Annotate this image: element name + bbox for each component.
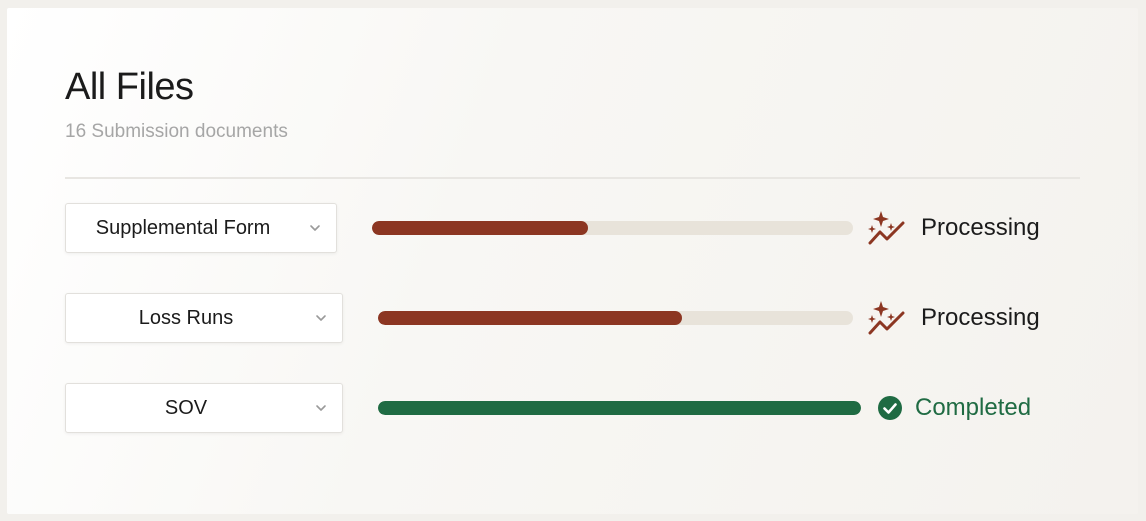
check-circle-icon xyxy=(877,388,903,428)
sparkle-trend-icon xyxy=(865,298,909,338)
document-type-select[interactable]: Supplemental Form xyxy=(65,203,337,253)
document-type-select[interactable]: SOV xyxy=(65,383,343,433)
status-label: Processing xyxy=(921,304,1040,331)
progress-fill xyxy=(378,311,682,325)
document-type-label: Supplemental Form xyxy=(95,216,271,239)
status: Processing xyxy=(865,203,1040,253)
divider xyxy=(65,177,1080,179)
chevron-down-icon xyxy=(306,404,336,412)
status: Processing xyxy=(865,293,1040,343)
sparkle-trend-icon xyxy=(865,208,909,248)
all-files-card: All Files 16 Submission documents Supple… xyxy=(7,8,1138,514)
file-row: SOV Completed xyxy=(65,383,1065,433)
document-count: 16 Submission documents xyxy=(65,121,288,142)
progress-bar xyxy=(372,221,853,235)
status: Completed xyxy=(877,383,1031,433)
progress-bar xyxy=(378,401,861,415)
progress-fill xyxy=(378,401,861,415)
chevron-down-icon xyxy=(300,224,330,232)
file-row: Loss Runs Processing xyxy=(65,293,1065,343)
progress-fill xyxy=(372,221,589,235)
document-type-label: Loss Runs xyxy=(138,306,234,329)
status-label: Completed xyxy=(915,394,1032,421)
progress-bar xyxy=(378,311,853,325)
chevron-down-icon xyxy=(306,314,336,322)
document-type-label: SOV xyxy=(164,396,208,419)
file-row: Supplemental Form Processing xyxy=(65,203,1065,253)
status-label: Processing xyxy=(921,214,1040,241)
document-type-select[interactable]: Loss Runs xyxy=(65,293,343,343)
page-title: All Files xyxy=(65,66,194,108)
